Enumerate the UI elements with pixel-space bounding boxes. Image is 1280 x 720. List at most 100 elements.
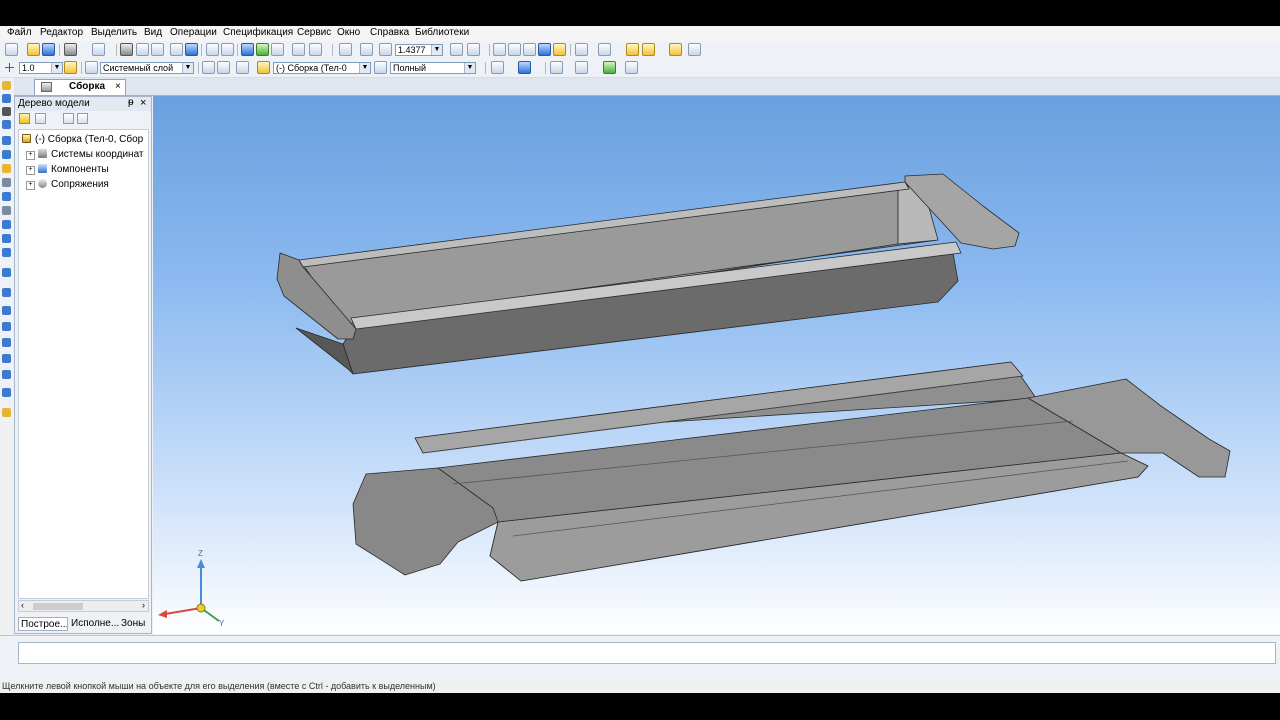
layer-icon[interactable] [85,61,98,74]
manager-icon[interactable] [241,43,254,56]
menu-service[interactable]: Сервис [297,27,331,38]
save-icon[interactable] [42,43,55,56]
library-manager-icon[interactable] [256,43,269,56]
section-icon[interactable] [598,43,611,56]
sheet-metal-icon[interactable] [2,268,11,277]
wireframe-icon[interactable] [523,43,536,56]
build-order-icon[interactable] [19,113,30,124]
local-cs-icon[interactable] [202,61,215,74]
open-file-icon[interactable] [27,43,40,56]
menu-editor[interactable]: Редактор [40,27,83,38]
folded-tray-part[interactable] [276,173,1020,375]
hide-components-icon[interactable] [642,43,655,56]
tab-assembly[interactable]: Сборка × [34,79,126,95]
tab-zones[interactable]: Зоны [119,617,149,631]
perspective-icon[interactable] [575,43,588,56]
menu-file[interactable]: Файл [7,27,32,38]
redo-icon[interactable] [221,43,234,56]
array-tool-icon[interactable] [2,136,11,145]
close-icon[interactable]: × [115,80,121,94]
measure-tool-icon[interactable] [2,178,11,187]
unfolded-sheet-part[interactable] [352,361,1231,582]
align-icon[interactable] [575,61,588,74]
bend-icon[interactable] [2,288,11,297]
filter-tool-icon[interactable] [2,192,11,201]
display-mode-select[interactable]: Полный ▼ [390,62,476,74]
report-tool-icon[interactable] [2,220,11,229]
variables-fx-icon[interactable] [271,43,284,56]
hole-icon[interactable] [2,322,11,331]
close-icon[interactable]: × [140,97,146,109]
stamp-icon[interactable] [2,338,11,347]
flange-icon[interactable] [2,306,11,315]
properties-icon[interactable] [170,43,183,56]
text-style-icon[interactable] [625,61,638,74]
shaded-icon[interactable] [538,43,551,56]
zoom-in-icon[interactable] [360,43,373,56]
tree-node-components[interactable]: + Компоненты [26,164,109,175]
snap-icon[interactable] [688,43,701,56]
cable-tool-icon[interactable] [2,248,11,257]
pin-icon[interactable]: ᵽ [128,97,134,108]
edit-cs-icon[interactable] [217,61,230,74]
zoom-window-icon[interactable] [339,43,352,56]
tab-variants[interactable]: Исполне... [69,617,119,631]
tree-horizontal-scrollbar[interactable]: ‹ › [18,600,149,612]
fasteners-icon[interactable] [2,408,11,417]
part-tool-icon[interactable] [2,94,11,103]
expand-icon[interactable]: + [26,151,35,160]
copy-icon[interactable] [136,43,149,56]
color-icon[interactable] [626,43,639,56]
orient-axes-icon[interactable] [467,43,480,56]
rotate-icon[interactable] [450,43,463,56]
mate-tool-icon[interactable] [2,164,11,173]
tree-node-assembly[interactable]: (-) Сборка (Тел-0, Сбор [22,134,143,145]
model-viewport[interactable]: Z Y [153,96,1280,634]
command-input[interactable] [18,642,1276,664]
expand-icon[interactable]: + [26,166,35,175]
unfold-icon[interactable] [2,354,11,363]
layer-select[interactable]: Системный слой ▼ [100,62,194,74]
tree-icon[interactable] [185,43,198,56]
sheet-tool-icon[interactable] [2,234,11,243]
tab-build[interactable]: Построе... [18,617,68,631]
assembly-tool-icon[interactable] [2,81,11,90]
preview-icon[interactable] [92,43,105,56]
tree-settings-icon[interactable] [77,113,88,124]
expand-icon[interactable]: + [26,181,35,190]
snap-toggle-icon[interactable] [64,61,77,74]
pointer-tool-icon[interactable] [2,107,11,116]
menu-view[interactable]: Вид [144,27,162,38]
shaded-edges-icon[interactable] [553,43,566,56]
grid-icon[interactable] [550,61,563,74]
structure-icon[interactable] [35,113,46,124]
orientation-icon[interactable] [491,61,504,74]
layers-icon[interactable] [603,61,616,74]
assembly-select[interactable]: (-) Сборка (Тел-0 ▼ [273,62,371,74]
undo-icon[interactable] [206,43,219,56]
geometry-tool-icon[interactable] [2,150,11,159]
tree-view-icon[interactable] [63,113,74,124]
zoom-select[interactable]: 1.4377 ▼ [395,44,443,56]
rib-icon[interactable] [2,388,11,397]
tree-node-coordinate-systems[interactable]: + Системы координат [26,149,144,160]
menu-libraries[interactable]: Библиотеки [415,27,469,38]
menu-specification[interactable]: Спецификация [223,27,293,38]
print-icon[interactable] [64,43,77,56]
view-front-icon[interactable] [493,43,506,56]
menu-select[interactable]: Выделить [91,27,137,38]
surface-tool-icon[interactable] [2,120,11,129]
zoom-out-icon[interactable] [379,43,392,56]
new-file-icon[interactable] [5,43,18,56]
fold-icon[interactable] [2,370,11,379]
line-scale-select[interactable]: 1.0 ▼ [19,62,63,74]
cut-icon[interactable] [120,43,133,56]
edit-part-icon[interactable] [236,61,249,74]
scroll-left-icon[interactable]: ‹ [21,600,24,610]
scroll-right-icon[interactable]: › [142,600,145,610]
render-icon[interactable] [518,61,531,74]
measure-icon[interactable] [292,43,305,56]
selection-filter-icon[interactable] [669,43,682,56]
menu-help[interactable]: Справка [370,27,409,38]
spec-tool-icon[interactable] [2,206,11,215]
